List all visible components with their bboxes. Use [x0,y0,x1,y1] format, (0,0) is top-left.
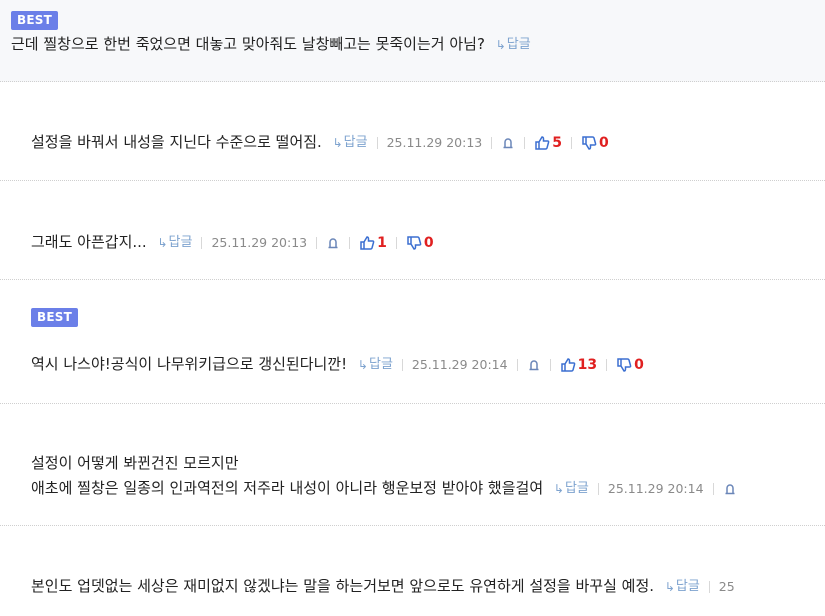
comment-date: 25.11.29 20:14 [607,480,704,496]
report-bell-icon[interactable] [527,358,541,372]
comment-date: 25.11.29 20:13 [211,234,308,250]
reply-button[interactable]: ↳ 답글 [157,233,192,253]
reply-label: 답글 [564,480,589,496]
thumbs-down-icon [616,357,632,373]
upvote-count: 1 [377,234,387,251]
comment-line: 근데 찔창으로 한번 죽었으면 대놓고 맞아줘도 날창빼고는 못죽이는거 아님?… [11,34,531,55]
comment-text: 설정을 바꿔서 내성을 지닌다 수준으로 떨어짐. [31,133,322,151]
downvote-button[interactable]: 0 [581,133,609,153]
reply-label: 답글 [506,36,531,52]
comment-item: 그래도 아픈갑지... ↳ 답글 25.11.29 20:13 1 0 [0,181,825,280]
reply-button[interactable]: ↳ 답글 [333,133,368,153]
report-bell-icon[interactable] [501,136,515,150]
reply-arrow-icon: ↳ [357,357,368,372]
comment-date: 25.11.29 20:13 [386,134,483,150]
divider [316,236,318,249]
upvote-count: 13 [577,356,598,373]
thumbs-down-icon [581,135,597,151]
divider [376,136,378,149]
reply-arrow-icon: ↳ [332,135,343,150]
reply-label: 답글 [675,578,700,594]
downvote-count: 0 [634,356,644,373]
upvote-button[interactable]: 1 [359,233,387,253]
comment-text: 역시 나스야!공식이 나무위키급으로 갱신된다니깐! [31,355,348,373]
comment-line: 설정이 어떻게 봐뀐건진 모르지만 [31,453,239,473]
reply-button[interactable]: ↳ 답글 [665,577,700,597]
comment-item: 설정을 바꿔서 내성을 지닌다 수준으로 떨어짐. ↳ 답글 25.11.29 … [0,82,825,181]
upvote-count: 5 [552,134,562,151]
downvote-count: 0 [423,234,434,251]
comment-line: 본인도 업뎃없는 세상은 재미없지 않겠냐는 말을 하는거보면 앞으로도 유연하… [31,576,735,597]
comment-line: 역시 나스야!공식이 나무위키급으로 갱신된다니깐! ↳ 답글 25.11.29… [31,354,644,375]
comment-text: 애초에 찔창은 일종의 인과역전의 저주라 내성이 아니라 행운보정 받아야 했… [31,479,544,497]
reply-label: 답글 [168,234,193,250]
comment-line: 설정을 바꿔서 내성을 지닌다 수준으로 떨어짐. ↳ 답글 25.11.29 … [31,132,609,153]
thumbs-up-icon [534,135,550,151]
divider [708,580,710,593]
thumbs-up-icon [560,357,576,373]
comment-date: 25 [718,578,735,594]
divider [401,358,403,371]
divider [597,482,599,495]
downvote-button[interactable]: 0 [406,233,434,253]
thumbs-down-icon [406,235,422,251]
downvote-button[interactable]: 0 [616,355,644,375]
comment-line: 그래도 아픈갑지... ↳ 답글 25.11.29 20:13 1 0 [31,232,434,253]
divider [491,136,493,149]
reply-button[interactable]: ↳ 답글 [554,479,589,499]
upvote-button[interactable]: 13 [560,355,597,375]
divider [606,358,608,371]
reply-button[interactable]: ↳ 답글 [358,355,393,375]
reply-arrow-icon: ↳ [553,481,564,496]
divider [571,136,572,149]
reply-button[interactable]: ↳ 답글 [496,35,531,55]
comment-line: 애초에 찔창은 일종의 인과역전의 저주라 내성이 아니라 행운보정 받아야 했… [31,478,737,499]
divider [712,482,714,495]
comment-text: 근데 찔창으로 한번 죽었으면 대놓고 맞아줘도 날창빼고는 못죽이는거 아님? [11,35,485,53]
reply-arrow-icon: ↳ [495,37,506,52]
comment-item: BEST 근데 찔창으로 한번 죽었으면 대놓고 맞아줘도 날창빼고는 못죽이는… [0,0,825,82]
comment-item: BEST 역시 나스야!공식이 나무위키급으로 갱신된다니깐! ↳ 답글 25.… [0,280,825,404]
reply-arrow-icon: ↳ [664,579,675,594]
comment-text: 본인도 업뎃없는 세상은 재미없지 않겠냐는 말을 하는거보면 앞으로도 유연하… [31,577,655,595]
comment-text: 설정이 어떻게 봐뀐건진 모르지만 [31,454,239,472]
reply-arrow-icon: ↳ [157,235,168,250]
best-badge: BEST [11,11,58,30]
divider [516,358,518,371]
report-bell-icon[interactable] [326,236,340,250]
best-badge: BEST [31,308,78,327]
reply-label: 답글 [368,356,393,372]
divider [395,236,397,249]
comment-text: 그래도 아픈갑지... [31,233,147,251]
report-bell-icon[interactable] [723,482,737,496]
divider [349,236,351,249]
upvote-button[interactable]: 5 [534,133,562,153]
comment-item: 설정이 어떻게 봐뀐건진 모르지만 애초에 찔창은 일종의 인과역전의 저주라 … [0,404,825,526]
thumbs-up-icon [359,235,375,251]
comment-item: 본인도 업뎃없는 세상은 재미없지 않겠냐는 말을 하는거보면 앞으로도 유연하… [0,526,825,616]
divider [201,236,203,249]
downvote-count: 0 [599,134,609,151]
divider [524,136,526,149]
reply-label: 답글 [343,134,368,150]
comment-date: 25.11.29 20:14 [411,356,508,372]
divider [549,358,551,371]
